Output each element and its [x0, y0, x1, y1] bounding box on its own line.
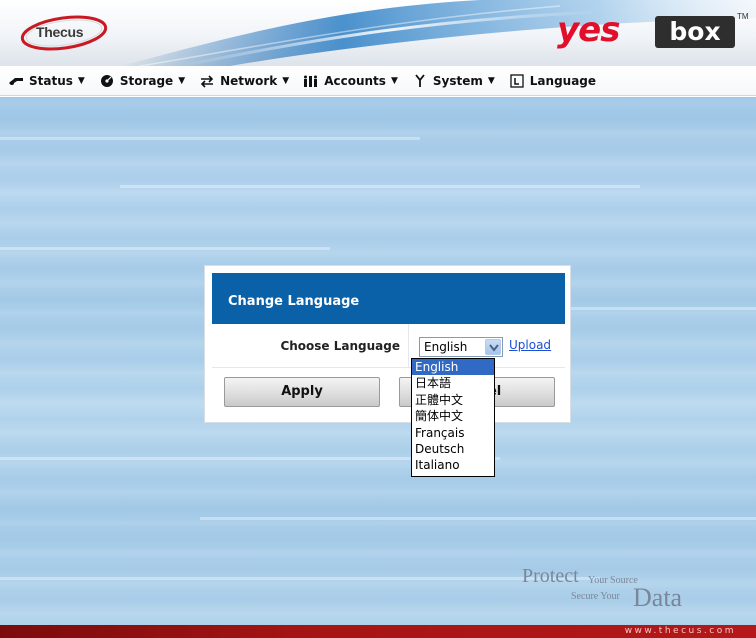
menu-language[interactable]: Language	[509, 74, 596, 88]
menu-status[interactable]: Status ▼	[8, 74, 85, 88]
slogan-data: Data	[633, 583, 683, 612]
footer-url: www.thecus.com	[624, 626, 736, 636]
caret-down-icon: ▼	[178, 75, 186, 86]
menu-status-label: Status	[29, 73, 73, 88]
status-arrow-icon	[8, 74, 24, 88]
main-menu-bar: Status ▼ Storage ▼ Network ▼ Accounts ▼ …	[0, 66, 756, 96]
menu-system-label: System	[432, 73, 483, 88]
background-streak	[0, 137, 420, 140]
slogan-secure-your: Secure Your	[571, 591, 620, 602]
caret-down-icon: ▼	[487, 75, 495, 86]
app-header: Thecus yes box TM	[0, 0, 756, 66]
caret-down-icon: ▼	[77, 75, 85, 86]
dialog-title: Change Language	[212, 273, 565, 324]
chevron-down-icon[interactable]	[485, 339, 501, 355]
disk-icon	[99, 74, 115, 88]
change-language-dialog: Change Language Choose Language English …	[204, 265, 571, 423]
background-streak	[120, 185, 640, 188]
thecus-logo-text: Thecus	[36, 24, 84, 40]
yesbox-logo: yes box TM	[557, 10, 749, 54]
menu-storage-label: Storage	[119, 73, 174, 88]
language-option-english[interactable]: English	[412, 359, 494, 376]
menu-accounts[interactable]: Accounts ▼	[303, 74, 398, 88]
apply-button[interactable]: Apply	[224, 377, 380, 407]
slogan-your-source: Your Source	[588, 575, 638, 586]
choose-language-label: Choose Language	[212, 324, 409, 368]
menu-system[interactable]: System ▼	[412, 74, 495, 88]
background-streak	[0, 247, 330, 250]
language-dropdown-list: English 日本語 正體中文 簡体中文 Français Deutsch I…	[411, 358, 495, 477]
choose-language-row: Choose Language English Upload	[212, 324, 565, 368]
background-streak	[0, 577, 600, 580]
box-logo-text: box	[655, 16, 735, 48]
slogan-protect: Protect	[522, 565, 579, 587]
network-arrows-icon	[199, 74, 215, 88]
wrench-icon	[412, 73, 428, 88]
menu-network-label: Network	[220, 73, 278, 88]
footer-bar: www.thecus.com	[0, 625, 756, 638]
menu-accounts-label: Accounts	[324, 73, 386, 88]
language-option-italian[interactable]: Italiano	[412, 457, 494, 473]
language-icon	[509, 73, 525, 88]
caret-down-icon: ▼	[390, 75, 398, 86]
language-option-japanese[interactable]: 日本語	[412, 375, 494, 391]
users-icon	[303, 74, 319, 88]
yes-logo-text: yes	[557, 10, 620, 50]
thecus-logo: Thecus	[18, 14, 110, 52]
language-option-german[interactable]: Deutsch	[412, 441, 494, 457]
trademark-mark: TM	[737, 12, 749, 21]
language-option-traditional-chinese[interactable]: 正體中文	[412, 392, 494, 408]
language-option-french[interactable]: Français	[412, 425, 494, 441]
caret-down-icon: ▼	[282, 75, 290, 86]
upload-link[interactable]: Upload	[509, 338, 551, 352]
menu-storage[interactable]: Storage ▼	[99, 74, 185, 88]
protect-your-data-slogan: Protect Your Source Secure Your Data	[522, 565, 722, 615]
menu-language-label: Language	[529, 73, 597, 88]
language-select[interactable]: English	[419, 337, 503, 357]
menu-network[interactable]: Network ▼	[199, 74, 289, 88]
language-option-simplified-chinese[interactable]: 簡体中文	[412, 408, 494, 424]
language-select-value: English	[424, 340, 468, 354]
background-streak	[200, 517, 756, 520]
